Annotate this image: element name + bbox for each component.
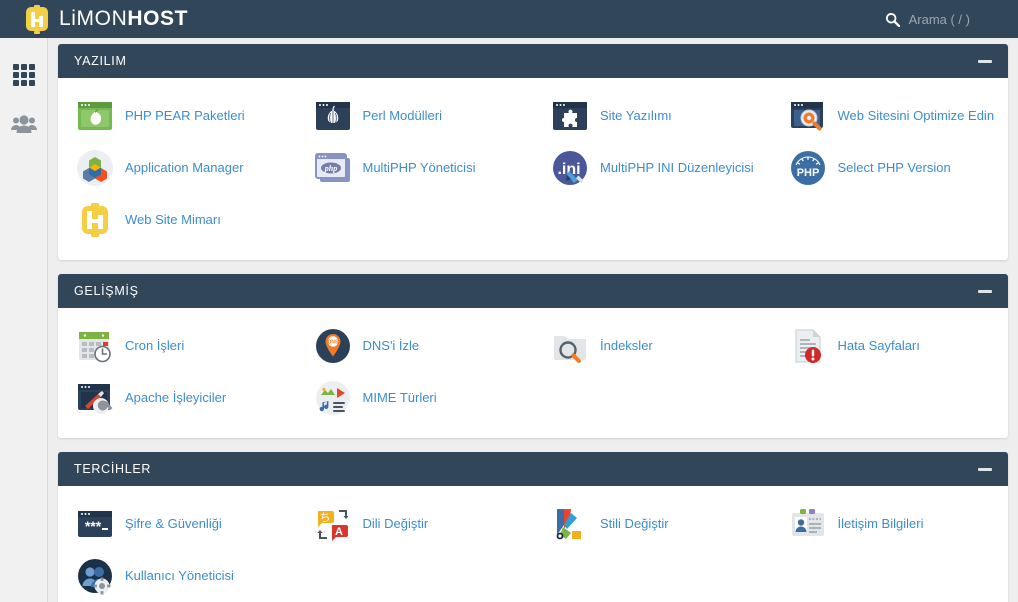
php-pear-packages-icon [76, 97, 114, 135]
cron-jobs-icon [76, 327, 114, 365]
users-icon [11, 114, 37, 136]
panel-body-yazilim: PHP PEAR Paketleri Perl Modülleri Site Y… [58, 78, 1008, 260]
tile-label: Stili Değiştir [600, 516, 669, 532]
panel-body-gelismis: Cron İşleri DNS DNS'i İzle İndeksler Hat… [58, 308, 1008, 438]
svg-text:***: *** [85, 518, 102, 534]
sidebar-item-apps[interactable] [0, 50, 48, 100]
brand-title-light: LiMON [59, 7, 128, 30]
brand-title-bold: HOST [127, 7, 189, 30]
tile-label: Site Yazılımı [600, 108, 672, 124]
tile-label: Application Manager [125, 160, 244, 176]
indexes-icon [551, 327, 589, 365]
panel-title-yazilim: YAZILIM [74, 54, 127, 68]
multiphp-manager-icon: php [314, 149, 352, 187]
tile-label: MultiPHP INI Düzenleyicisi [600, 160, 754, 176]
left-sidebar [0, 38, 48, 602]
main-content: YAZILIM PHP PEAR Paketleri Perl Modüller… [48, 38, 1018, 602]
tile-label: DNS'i İzle [362, 338, 420, 354]
top-header-bar: LiMONHOST Arama ( / ) [0, 0, 1018, 38]
tile-label: PHP PEAR Paketleri [125, 108, 245, 124]
tile-web-site-mimari[interactable]: Web Site Mimarı [58, 194, 296, 246]
tile-php-pear-paketleri[interactable]: PHP PEAR Paketleri [58, 90, 296, 142]
tile-dnsi-izle[interactable]: DNS DNS'i İzle [296, 320, 534, 372]
tile-application-manager[interactable]: Application Manager [58, 142, 296, 194]
tile-label: Apache İşleyiciler [125, 390, 227, 406]
brand-title: LiMONHOST [59, 7, 188, 31]
sidebar-item-users[interactable] [0, 100, 48, 150]
website-builder-icon [76, 201, 114, 239]
tile-web-sitesini-optimize-edin[interactable]: Web Sitesini Optimize Edin [771, 90, 1009, 142]
tile-label: Select PHP Version [837, 160, 951, 176]
tile-multiphp-ini-duzenleyicisi[interactable]: .ini MultiPHP INI Düzenleyicisi [533, 142, 771, 194]
tile-label: Web Site Mimarı [125, 212, 221, 228]
limonhost-logo-icon [24, 4, 50, 34]
tile-label: İletişim Bilgileri [837, 516, 924, 532]
perl-modules-icon [314, 97, 352, 135]
tile-site-yazilimi[interactable]: Site Yazılımı [533, 90, 771, 142]
panel-tercihler: TERCİHLER *** Şifre & Güvenliği ち A Dili… [58, 452, 1008, 602]
tile-multiphp-yoneticisi[interactable]: php MultiPHP Yöneticisi [296, 142, 534, 194]
panel-body-tercihler: *** Şifre & Güvenliği ち A Dili Değiştir … [58, 486, 1008, 602]
tile-label: İndeksler [600, 338, 653, 354]
error-pages-icon [789, 327, 827, 365]
tile-label: Perl Modülleri [362, 108, 442, 124]
tile-label: Hata Sayfaları [837, 338, 920, 354]
search-placeholder-label: Arama ( / ) [908, 11, 970, 27]
tile-label: Web Sitesini Optimize Edin [837, 108, 995, 124]
tile-hata-sayfalari[interactable]: Hata Sayfaları [771, 320, 1009, 372]
svg-text:A: A [335, 526, 343, 538]
tile-dili-degistir[interactable]: ち A Dili Değiştir [296, 498, 534, 550]
search-box[interactable]: Arama ( / ) [885, 12, 970, 27]
tile-mime-turleri[interactable]: MIME Türleri [296, 372, 534, 424]
panel-header-tercihler[interactable]: TERCİHLER [58, 452, 1008, 486]
track-dns-icon: DNS [314, 327, 352, 365]
apache-handlers-icon [76, 379, 114, 417]
user-manager-icon [76, 557, 114, 595]
tile-select-php-version[interactable]: PHP Select PHP Version [771, 142, 1009, 194]
application-manager-icon [76, 149, 114, 187]
svg-text:ち: ち [319, 511, 330, 524]
tile-label: Cron İşleri [125, 338, 185, 354]
tile-apache-isleyiciler[interactable]: Apache İşleyiciler [58, 372, 296, 424]
tile-stili-degistir[interactable]: Stili Değiştir [533, 498, 771, 550]
minus-icon[interactable] [978, 467, 992, 471]
tile-cron-isleri[interactable]: Cron İşleri [58, 320, 296, 372]
tile-sifre-guvenligi[interactable]: *** Şifre & Güvenliği [58, 498, 296, 550]
change-style-icon [551, 505, 589, 543]
tile-label: Şifre & Güvenliği [125, 516, 222, 532]
svg-text:PHP: PHP [796, 167, 819, 179]
panel-yazilim: YAZILIM PHP PEAR Paketleri Perl Modüller… [58, 44, 1008, 260]
minus-icon[interactable] [978, 289, 992, 293]
contact-information-icon [789, 505, 827, 543]
svg-text:php: php [323, 164, 336, 173]
tile-iletisim-bilgileri[interactable]: İletişim Bilgileri [771, 498, 1009, 550]
search-icon [885, 12, 900, 27]
tile-label: MIME Türleri [362, 390, 437, 406]
tile-label: Kullanıcı Yöneticisi [125, 568, 234, 584]
tile-kullanici-yoneticisi[interactable]: Kullanıcı Yöneticisi [58, 550, 296, 602]
panel-gelismis: GELİŞMİŞ Cron İşleri DNS DNS'i İzle İnde… [58, 274, 1008, 438]
brand-logo-area[interactable]: LiMONHOST [24, 4, 188, 34]
tile-indeksler[interactable]: İndeksler [533, 320, 771, 372]
minus-icon[interactable] [978, 59, 992, 63]
panel-title-tercihler: TERCİHLER [74, 462, 152, 476]
optimize-website-icon [789, 97, 827, 135]
tile-label: MultiPHP Yöneticisi [362, 160, 476, 176]
multiphp-ini-editor-icon: .ini [551, 149, 589, 187]
panel-title-gelismis: GELİŞMİŞ [74, 284, 139, 298]
change-language-icon: ち A [314, 505, 352, 543]
grid-apps-icon [12, 63, 36, 87]
select-php-version-icon: PHP [789, 149, 827, 187]
tile-perl-modulleri[interactable]: Perl Modülleri [296, 90, 534, 142]
svg-text:DNS: DNS [327, 340, 338, 346]
password-security-icon: *** [76, 505, 114, 543]
panel-header-gelismis[interactable]: GELİŞMİŞ [58, 274, 1008, 308]
panel-header-yazilim[interactable]: YAZILIM [58, 44, 1008, 78]
site-software-icon [551, 97, 589, 135]
mime-types-icon [314, 379, 352, 417]
tile-label: Dili Değiştir [362, 516, 429, 532]
